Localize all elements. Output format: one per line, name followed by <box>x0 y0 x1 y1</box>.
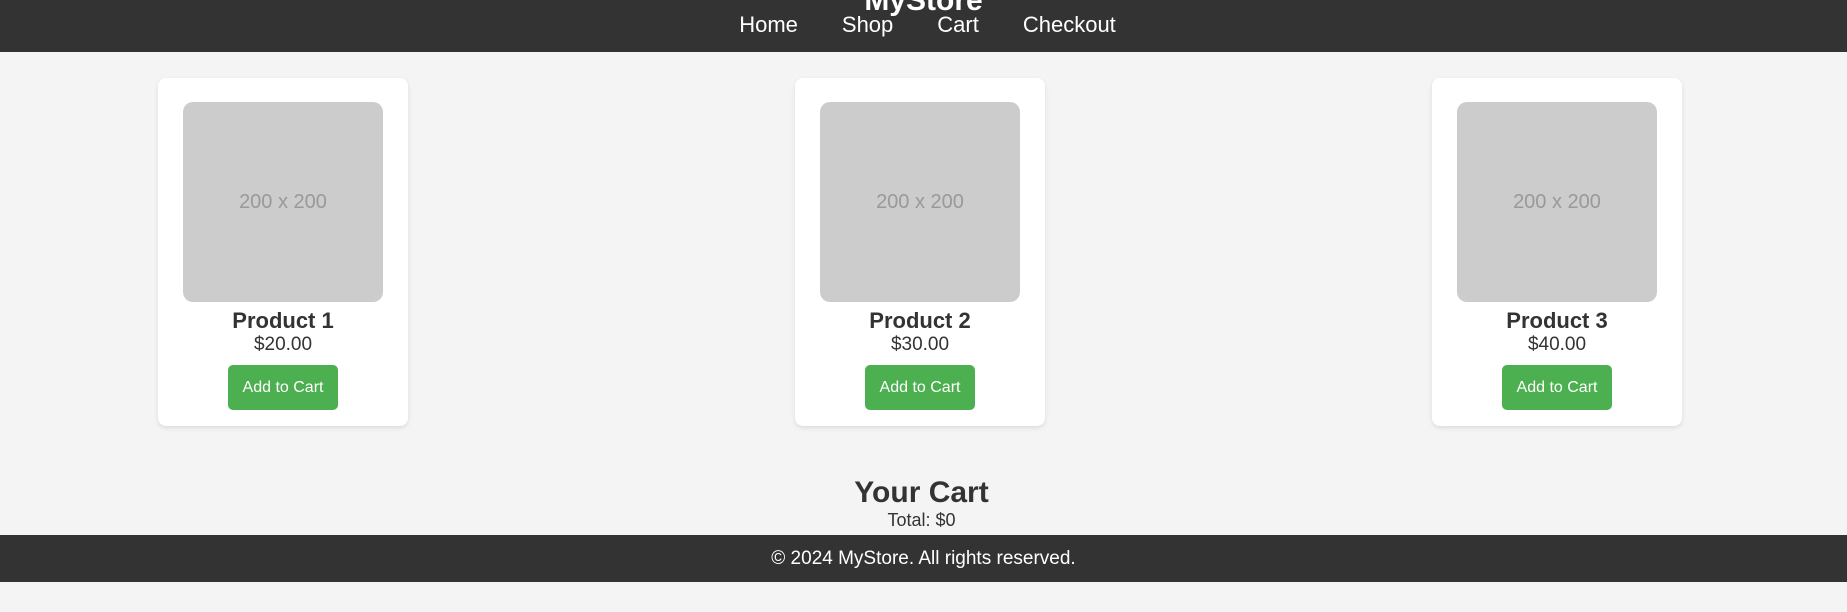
add-to-cart-button[interactable]: Add to Cart <box>865 365 975 410</box>
nav-home[interactable]: Home <box>739 12 798 38</box>
main-nav: Home Shop Cart Checkout <box>0 12 1847 38</box>
product-card: 200 x 200 Product 3 $40.00 Add to Cart <box>1432 78 1682 426</box>
product-image-placeholder: 200 x 200 <box>183 102 383 302</box>
product-price: $20.00 <box>253 334 313 355</box>
product-name: Product 2 <box>869 308 971 333</box>
cart-title: Your Cart <box>854 476 989 509</box>
product-list: 200 x 200 Product 1 $20.00 Add to Cart 2… <box>158 78 1682 426</box>
footer-copyright: © 2024 MyStore. All rights reserved. <box>771 548 1076 569</box>
product-name: Product 3 <box>1506 308 1608 333</box>
add-to-cart-button[interactable]: Add to Cart <box>228 365 338 410</box>
add-to-cart-button[interactable]: Add to Cart <box>1502 365 1612 410</box>
nav-checkout[interactable]: Checkout <box>1023 12 1116 38</box>
product-card: 200 x 200 Product 1 $20.00 Add to Cart <box>158 78 408 426</box>
site-footer: © 2024 MyStore. All rights reserved. <box>0 535 1847 582</box>
product-price: $40.00 <box>1527 334 1587 355</box>
product-image-placeholder: 200 x 200 <box>1457 102 1657 302</box>
cart-total: Total: $0 <box>887 510 956 530</box>
product-image-placeholder: 200 x 200 <box>820 102 1020 302</box>
product-price: $30.00 <box>890 334 950 355</box>
nav-cart[interactable]: Cart <box>937 12 979 38</box>
product-name: Product 1 <box>232 308 334 333</box>
nav-shop[interactable]: Shop <box>842 12 893 38</box>
product-card: 200 x 200 Product 2 $30.00 Add to Cart <box>795 78 1045 426</box>
cart-section: Your Cart Total: $0 <box>0 476 1845 530</box>
site-header: MyStore Home Shop Cart Checkout <box>0 0 1847 52</box>
